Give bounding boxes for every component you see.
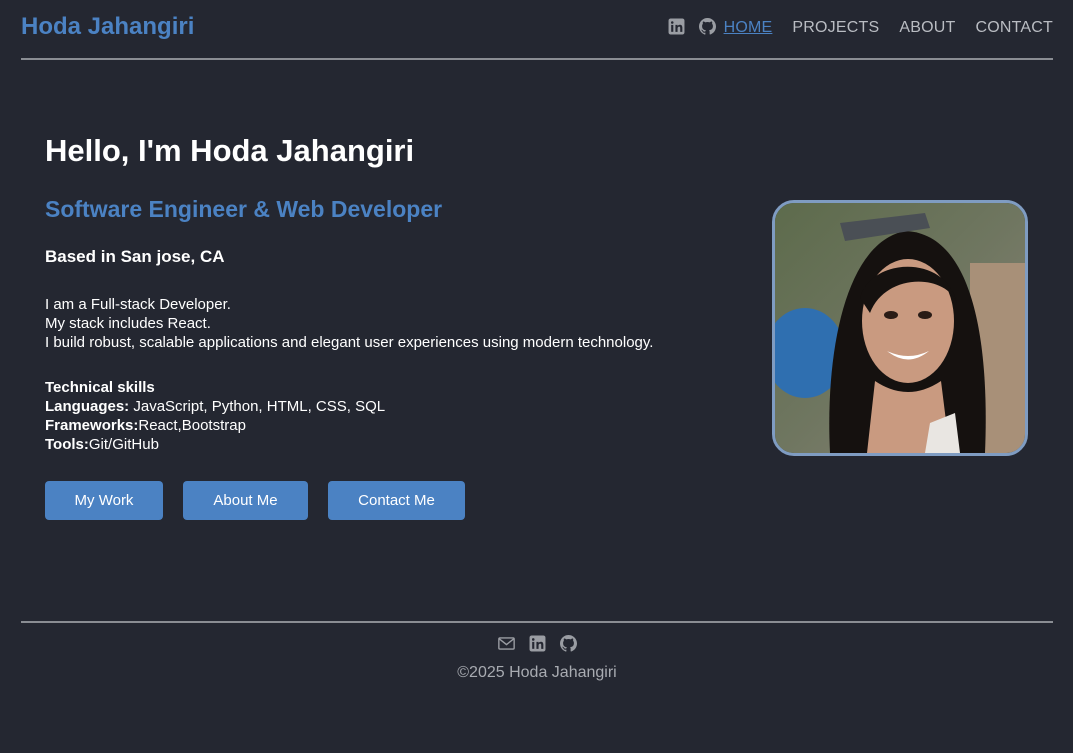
main-nav: HOME PROJECTS ABOUT CONTACT bbox=[724, 19, 1053, 37]
nav-home[interactable]: HOME bbox=[724, 19, 773, 37]
tools-label: Tools: bbox=[45, 436, 89, 453]
nav-contact[interactable]: CONTACT bbox=[975, 19, 1053, 37]
languages-value: JavaScript, Python, HTML, CSS, SQL bbox=[129, 398, 386, 415]
intro-line: My stack includes React. bbox=[45, 315, 211, 332]
copyright-text: ©2025 Hoda Jahangiri bbox=[457, 664, 617, 681]
languages-label: Languages: bbox=[45, 398, 130, 415]
footer-social-links bbox=[21, 635, 1053, 652]
tools-value: Git/GitHub bbox=[88, 436, 159, 453]
github-icon[interactable] bbox=[699, 18, 716, 35]
linkedin-icon[interactable] bbox=[529, 635, 546, 652]
github-icon[interactable] bbox=[559, 635, 577, 652]
hero-title: Hello, I'm Hoda Jahangiri bbox=[45, 133, 415, 168]
intro-line: I am a Full-stack Developer. bbox=[45, 296, 231, 313]
frameworks-label: Frameworks: bbox=[45, 417, 139, 434]
header-social-links bbox=[668, 18, 716, 35]
my-work-button[interactable]: My Work bbox=[45, 481, 163, 520]
skills-languages: Languages: JavaScript, Python, HTML, CSS… bbox=[45, 397, 745, 416]
location-text: Based in San jose, CA bbox=[45, 247, 225, 266]
site-header: Hoda Jahangiri HOME PROJECTS ABOUT CONTA… bbox=[21, 0, 1053, 60]
skills-tools: Tools:Git/GitHub bbox=[45, 435, 745, 454]
hero-section: Hello, I'm Hoda Jahangiri Software Engin… bbox=[45, 132, 745, 520]
intro-line: I build robust, scalable applications an… bbox=[45, 334, 654, 351]
hero-subtitle: Software Engineer & Web Developer bbox=[45, 196, 443, 222]
hero-buttons: My Work About Me Contact Me bbox=[45, 481, 745, 520]
site-footer: ©2025 Hoda Jahangiri bbox=[21, 621, 1053, 682]
nav-about[interactable]: ABOUT bbox=[899, 19, 955, 37]
mail-icon[interactable] bbox=[497, 635, 515, 652]
nav-projects[interactable]: PROJECTS bbox=[792, 19, 879, 37]
frameworks-value: React,Bootstrap bbox=[138, 417, 246, 434]
about-me-button[interactable]: About Me bbox=[183, 481, 308, 520]
skills-frameworks: Frameworks:React,Bootstrap bbox=[45, 416, 745, 435]
skills-heading: Technical skills bbox=[45, 379, 155, 396]
linkedin-icon[interactable] bbox=[668, 18, 685, 35]
contact-me-button[interactable]: Contact Me bbox=[328, 481, 465, 520]
brand-name[interactable]: Hoda Jahangiri bbox=[21, 13, 194, 41]
intro-text: I am a Full-stack Developer. My stack in… bbox=[45, 295, 745, 352]
technical-skills: Technical skills Languages: JavaScript, … bbox=[45, 378, 745, 454]
profile-photo bbox=[772, 200, 1028, 456]
